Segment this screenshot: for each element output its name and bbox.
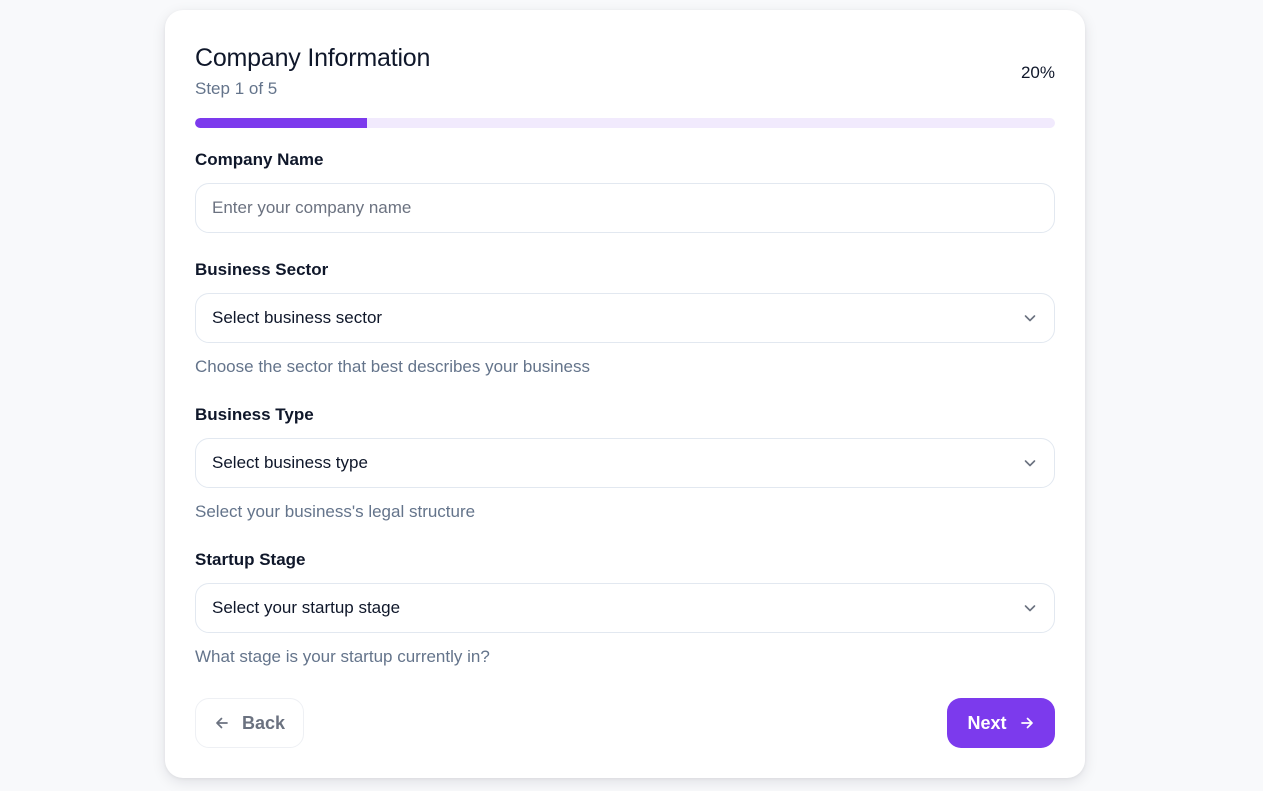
next-button-label: Next bbox=[967, 712, 1007, 733]
startup-stage-label: Startup Stage bbox=[195, 550, 306, 569]
next-button[interactable]: Next bbox=[947, 698, 1055, 748]
startup-stage-select[interactable]: Select your startup stage bbox=[195, 583, 1055, 633]
page-title: Company Information bbox=[195, 44, 431, 72]
business-type-help-text: Select your business's legal structure bbox=[195, 502, 476, 521]
back-button[interactable]: Back bbox=[195, 698, 304, 748]
arrow-right-icon bbox=[1019, 715, 1035, 731]
business-type-label: Business Type bbox=[195, 405, 314, 424]
progress-percent: 20% bbox=[1020, 63, 1055, 82]
company-name-input[interactable] bbox=[212, 198, 1038, 218]
business-sector-select[interactable]: Select business sector bbox=[195, 293, 1055, 343]
chevron-down-icon bbox=[1022, 310, 1038, 326]
chevron-down-icon bbox=[1022, 600, 1038, 616]
back-button-label: Back bbox=[241, 712, 286, 733]
progress-bar bbox=[195, 118, 1055, 128]
business-sector-help-text: Choose the sector that best describes yo… bbox=[195, 357, 590, 376]
business-type-select[interactable]: Select business type bbox=[195, 438, 1055, 488]
business-sector-label: Business Sector bbox=[195, 260, 329, 279]
startup-stage-help-text: What stage is your startup currently in? bbox=[195, 647, 490, 666]
business-type-selected-value: Select business type bbox=[212, 453, 368, 472]
progress-bar-fill bbox=[195, 118, 367, 128]
business-sector-selected-value: Select business sector bbox=[212, 308, 383, 327]
company-name-field[interactable] bbox=[195, 183, 1055, 233]
company-name-label: Company Name bbox=[195, 150, 324, 169]
chevron-down-icon bbox=[1022, 455, 1038, 471]
startup-stage-selected-value: Select your startup stage bbox=[212, 598, 401, 617]
arrow-left-icon bbox=[214, 715, 230, 731]
company-information-card: Company Information Step 1 of 5 20% Comp… bbox=[165, 10, 1085, 778]
step-indicator: Step 1 of 5 bbox=[195, 79, 278, 98]
